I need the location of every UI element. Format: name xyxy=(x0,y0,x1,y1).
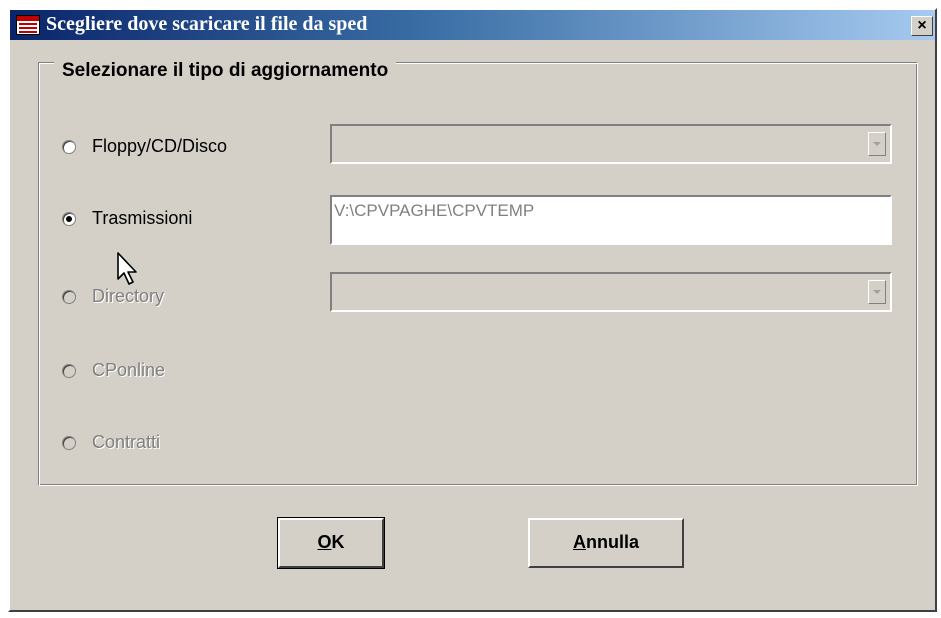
group-legend: Selezionare il tipo di aggiornamento xyxy=(54,60,397,82)
trasmissioni-path-field[interactable]: V:\CPVPAGHE\CPVTEMP xyxy=(330,195,892,245)
dropdown-arrow-icon xyxy=(868,132,886,156)
radio-cponline xyxy=(62,364,76,378)
close-button[interactable]: × xyxy=(911,16,933,36)
title-bar[interactable]: Scegliere dove scaricare il file da sped xyxy=(10,10,935,40)
dropdown-arrow-icon xyxy=(868,280,886,304)
mouse-pointer-icon xyxy=(117,252,137,285)
dialog-window: Scegliere dove scaricare il file da sped… xyxy=(8,8,937,612)
radio-directory xyxy=(62,290,76,304)
label-cponline: CPonline xyxy=(92,360,166,380)
radio-floppy[interactable] xyxy=(62,140,76,154)
ok-label-rest: K xyxy=(331,532,345,552)
radio-contratti xyxy=(62,436,76,450)
window-title: Scegliere dove scaricare il file da sped xyxy=(46,13,368,35)
label-floppy[interactable]: Floppy/CD/Disco xyxy=(92,136,227,157)
label-contratti: Contratti xyxy=(92,432,161,452)
radio-trasmissioni[interactable] xyxy=(62,212,76,226)
ok-button[interactable]: OK xyxy=(277,517,385,569)
radio-selected-dot xyxy=(66,216,72,222)
label-trasmissioni[interactable]: Trasmissioni xyxy=(92,208,192,229)
ok-mnemonic: O xyxy=(317,532,332,552)
floppy-combo xyxy=(330,124,892,164)
cancel-mnemonic: A xyxy=(573,532,586,552)
label-directory: Directory xyxy=(92,286,165,306)
directory-combo xyxy=(330,272,892,312)
close-icon: × xyxy=(917,17,927,34)
window-app-icon xyxy=(16,15,40,35)
cancel-label-rest: nnulla xyxy=(586,532,639,552)
cancel-button[interactable]: Annulla xyxy=(528,518,684,568)
